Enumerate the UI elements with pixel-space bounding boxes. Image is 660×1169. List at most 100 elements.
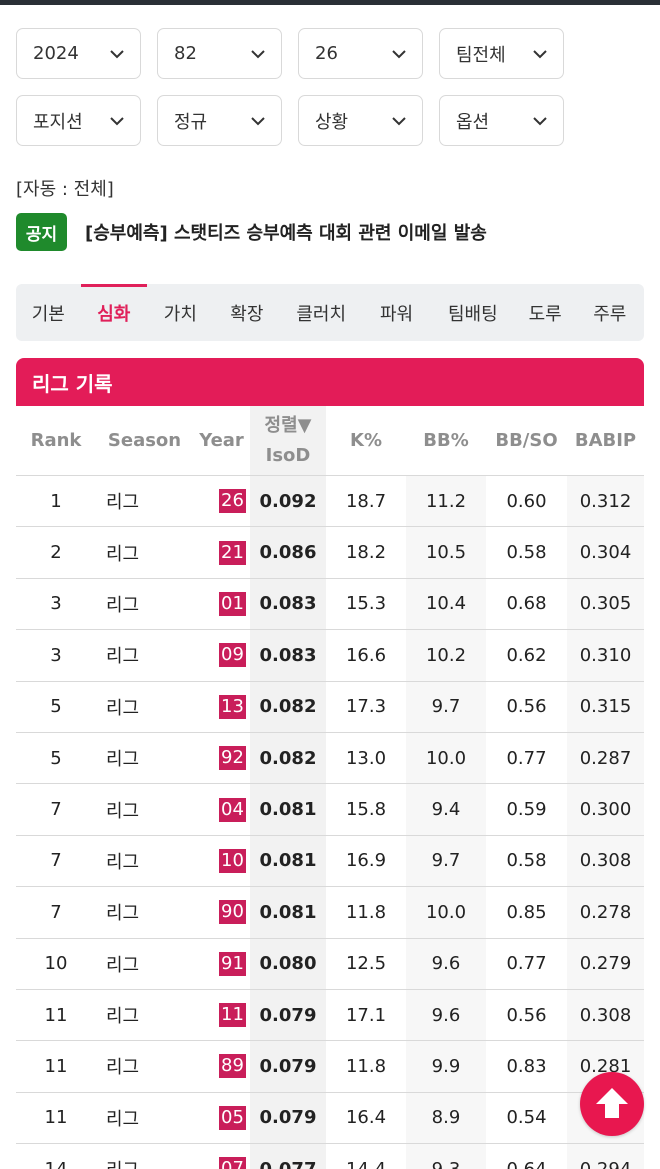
cell-babip: 0.305: [567, 578, 644, 630]
cell-year: 09: [193, 630, 250, 680]
year-badge[interactable]: 91: [219, 951, 246, 976]
header-year[interactable]: Year: [193, 406, 250, 475]
chevron-down-icon: [533, 116, 547, 125]
header-rank[interactable]: Rank: [16, 406, 96, 475]
option-select[interactable]: 옵션: [439, 95, 564, 146]
league-record-table: Rank Season Year 정렬▼ IsoD K% BB% BB/SO B…: [16, 406, 644, 1169]
cell-year: 04: [193, 784, 250, 834]
cell-k-pct: 12.5: [345, 953, 387, 975]
cell-bb-pct: 10.0: [406, 732, 486, 784]
tab-advanced[interactable]: 심화: [80, 284, 148, 341]
situation-select[interactable]: 상황: [298, 95, 423, 146]
cell-bb-so: 0.59: [506, 799, 547, 821]
table-row: 5 리그 92 0.082 13.0 10.0 0.77 0.287: [16, 732, 644, 785]
cell-year: 11: [193, 990, 250, 1040]
cell-season: 리그: [106, 903, 140, 925]
year-badge[interactable]: 13: [219, 694, 246, 719]
cell-rank: 7: [50, 901, 62, 923]
cell-babip: 0.294: [567, 1144, 644, 1169]
header-bb-so[interactable]: BB/SO: [486, 406, 567, 475]
header-babip[interactable]: BABIP: [567, 406, 644, 475]
header-k-pct[interactable]: K%: [326, 406, 406, 475]
cell-year: 90: [193, 887, 250, 937]
year-badge[interactable]: 04: [219, 797, 246, 822]
cell-babip: 0.279: [567, 938, 644, 989]
team-select[interactable]: 팀전체: [439, 28, 564, 79]
header-season[interactable]: Season: [96, 406, 193, 475]
year-badge[interactable]: 26: [219, 489, 246, 514]
chevron-down-icon: [392, 116, 406, 125]
cell-isod: 0.083: [250, 578, 326, 630]
year-badge[interactable]: 10: [219, 848, 246, 873]
tab-team-batting[interactable]: 팀배팅: [431, 284, 515, 341]
cell-year: 26: [193, 476, 250, 526]
cell-season: 리그: [106, 1057, 140, 1079]
cell-bb-so: 0.56: [506, 1004, 547, 1026]
start-year-select[interactable]: 82: [157, 28, 282, 79]
chevron-down-icon: [392, 49, 406, 58]
cell-bb-so: 0.64: [486, 1144, 567, 1169]
year-badge[interactable]: 90: [219, 900, 246, 925]
chevron-down-icon: [251, 116, 265, 125]
panel-title: 리그 기록: [16, 358, 644, 406]
tab-basic[interactable]: 기본: [16, 284, 81, 341]
cell-k-pct: 18.2: [345, 542, 387, 564]
tab-clutch[interactable]: 클러치: [280, 284, 362, 341]
arrow-up-icon: [596, 1088, 628, 1118]
game-type-select[interactable]: 정규: [157, 95, 282, 146]
header-bb-pct[interactable]: BB%: [406, 406, 486, 475]
season-select[interactable]: 2024: [16, 28, 141, 79]
cell-bb-pct: 9.3: [406, 1144, 486, 1169]
notice-link[interactable]: [승부예측] 스탯티즈 승부예측 대회 관련 이메일 발송: [85, 219, 487, 245]
cell-season: 리그: [106, 543, 140, 565]
chevron-down-icon: [110, 116, 124, 125]
tab-value[interactable]: 가치: [147, 284, 214, 341]
cell-babip: 0.308: [567, 989, 644, 1041]
cell-bb-so: 0.83: [506, 1055, 547, 1077]
cell-season: 리그: [106, 1108, 140, 1130]
cell-rank: 3: [50, 593, 62, 615]
cell-year: 92: [193, 733, 250, 783]
position-select[interactable]: 포지션: [16, 95, 141, 146]
scroll-to-top-button[interactable]: [580, 1072, 644, 1136]
start-year-select-value: 82: [174, 43, 197, 64]
cell-bb-so: 0.77: [506, 953, 547, 975]
cell-rank: 5: [50, 696, 62, 718]
year-badge[interactable]: 11: [219, 1003, 246, 1028]
year-badge[interactable]: 01: [219, 591, 246, 616]
cell-isod: 0.092: [250, 476, 326, 527]
cell-bb-so: 0.68: [506, 593, 547, 615]
cell-season: 리그: [106, 594, 140, 616]
tab-extended[interactable]: 확장: [214, 284, 281, 341]
cell-isod: 0.082: [250, 681, 326, 732]
year-badge[interactable]: 89: [219, 1054, 246, 1079]
year-badge[interactable]: 07: [219, 1157, 246, 1169]
end-year-select[interactable]: 26: [298, 28, 423, 79]
header-isod-sorted[interactable]: 정렬▼ IsoD: [250, 406, 326, 475]
year-badge[interactable]: 05: [219, 1105, 246, 1130]
tab-stealing[interactable]: 도루: [515, 284, 576, 341]
notice-banner[interactable]: 공지 [승부예측] 스탯티즈 승부예측 대회 관련 이메일 발송: [16, 213, 487, 251]
top-status-bar: [0, 0, 660, 5]
cell-k-pct: 16.9: [345, 850, 387, 872]
cell-isod: 0.080: [250, 938, 326, 989]
cell-k-pct: 11.8: [345, 1055, 387, 1077]
cell-rank: 2: [50, 542, 62, 564]
cell-season: 리그: [106, 749, 140, 771]
cell-k-pct: 15.3: [345, 593, 387, 615]
cell-k-pct: 18.7: [345, 490, 387, 512]
tab-power[interactable]: 파워: [362, 284, 430, 341]
year-badge[interactable]: 09: [219, 643, 246, 668]
auto-mode-label: [자동 : 전체]: [16, 179, 114, 200]
tab-baserunning[interactable]: 주루: [576, 284, 644, 341]
cell-isod: 0.081: [250, 887, 326, 938]
year-badge[interactable]: 21: [219, 540, 246, 565]
cell-bb-so: 0.77: [506, 747, 547, 769]
year-badge[interactable]: 92: [219, 746, 246, 771]
cell-isod: 0.079: [250, 1092, 326, 1144]
cell-rank: 5: [50, 747, 62, 769]
table-row: 7 리그 10 0.081 16.9 9.7 0.58 0.308: [16, 835, 644, 888]
cell-bb-pct: 9.4: [406, 784, 486, 835]
chevron-down-icon: [251, 49, 265, 58]
table-row: 3 리그 01 0.083 15.3 10.4 0.68 0.305: [16, 578, 644, 631]
